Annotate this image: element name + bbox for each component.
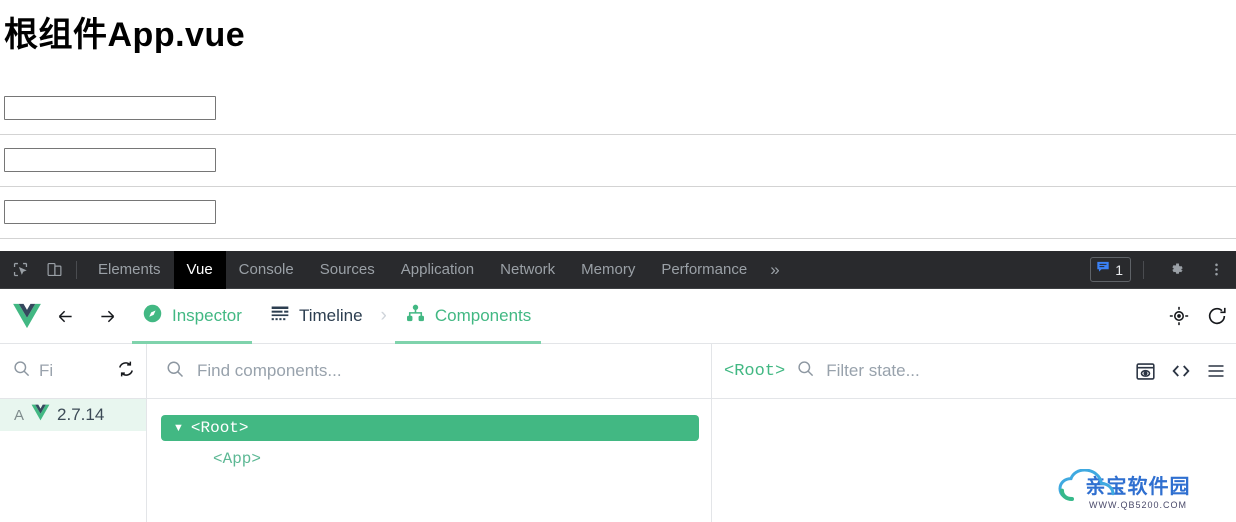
find-components-placeholder: Find components...	[197, 361, 342, 380]
vue-logo-icon	[31, 404, 50, 426]
component-tree-icon	[405, 303, 426, 329]
devtools-body: A 2.7.14 ▼ <Root> <App> 亲宝软件园 WWW.QB5200…	[0, 399, 1236, 522]
devtools-tab-memory[interactable]: Memory	[568, 251, 648, 289]
issues-count: 1	[1115, 261, 1123, 278]
text-input-1[interactable]	[4, 96, 216, 120]
select-component-icon[interactable]	[1160, 297, 1198, 335]
tree-node-app[interactable]: <App>	[213, 447, 711, 471]
web-page-content: 根组件App.vue	[0, 0, 1236, 251]
open-in-editor-icon[interactable]	[1170, 360, 1192, 382]
app-list-sidebar: A 2.7.14	[0, 399, 147, 522]
devtools-tab-application[interactable]: Application	[388, 251, 487, 289]
toolbar-separator	[76, 260, 77, 279]
timeline-icon	[270, 304, 290, 329]
devtools-tab-elements[interactable]: Elements	[85, 251, 174, 289]
nav-back-icon[interactable]	[44, 296, 86, 336]
vue-tab-inspector-label: Inspector	[172, 306, 242, 325]
app-initial-label: A	[14, 406, 25, 424]
vue-tab-components[interactable]: Components	[391, 289, 545, 344]
issues-badge[interactable]: 1	[1090, 257, 1131, 282]
state-actions	[1135, 360, 1236, 382]
divider-2	[0, 186, 1236, 187]
device-toolbar-icon[interactable]	[40, 256, 68, 284]
more-tabs-icon[interactable]: »	[760, 260, 789, 280]
find-components-field[interactable]: Find components...	[147, 344, 712, 398]
vertical-dots-icon[interactable]	[1202, 256, 1230, 284]
divider-1	[0, 134, 1236, 135]
page-title: 根组件App.vue	[4, 16, 246, 54]
vue-version-label: 2.7.14	[57, 405, 105, 424]
devtools-tab-network[interactable]: Network	[487, 251, 568, 289]
watermark: 亲宝软件园 WWW.QB5200.COM	[1058, 468, 1218, 510]
toolbar-separator-2	[1143, 260, 1144, 279]
inspect-dom-icon[interactable]	[1135, 361, 1156, 382]
vue-tab-timeline-label: Timeline	[298, 306, 363, 325]
refresh-icon[interactable]	[1198, 297, 1236, 335]
devtools-tab-vue[interactable]: Vue	[173, 250, 226, 289]
vue-devtools-nav: Inspector Timeline › Components	[0, 289, 1236, 344]
filter-state-placeholder: Filter state...	[826, 361, 920, 380]
app-entry-row[interactable]: A 2.7.14	[0, 399, 146, 431]
cloud-icon	[1054, 468, 1222, 510]
filter-row: Fi Find components... <Root> Filter stat…	[0, 344, 1236, 399]
component-tree-panel: ▼ <Root> <App>	[147, 399, 712, 522]
divider-3	[0, 238, 1236, 239]
issues-speech-bubble-icon	[1096, 260, 1110, 279]
state-filter-bar: <Root> Filter state...	[712, 344, 1236, 398]
devtools-tab-sources[interactable]: Sources	[307, 251, 388, 289]
text-input-3[interactable]	[4, 200, 216, 224]
devtools-toolbar: Elements Vue Console Sources Application…	[0, 250, 1236, 289]
vue-logo	[10, 303, 44, 329]
search-icon	[796, 359, 815, 383]
vue-tab-inspector[interactable]: Inspector	[128, 289, 256, 344]
vue-tab-timeline[interactable]: Timeline	[256, 289, 377, 344]
app-search-placeholder: Fi	[39, 361, 54, 380]
tree-node-root-label: <Root>	[190, 419, 249, 437]
chevron-down-icon[interactable]: ▼	[173, 422, 184, 434]
inspect-element-icon[interactable]	[6, 256, 34, 284]
app-search-field[interactable]: Fi	[0, 344, 147, 398]
search-icon	[12, 359, 31, 383]
state-panel: 亲宝软件园 WWW.QB5200.COM	[712, 399, 1236, 522]
devtools-tab-performance[interactable]: Performance	[648, 251, 760, 289]
compass-icon	[142, 303, 163, 329]
vue-tab-components-label: Components	[434, 306, 532, 325]
menu-icon[interactable]	[1206, 361, 1226, 381]
search-icon	[165, 359, 185, 384]
tree-node-root[interactable]: ▼ <Root>	[161, 415, 699, 441]
tree-node-app-label: <App>	[213, 450, 262, 468]
nav-forward-icon[interactable]	[86, 296, 128, 336]
text-input-2[interactable]	[4, 148, 216, 172]
devtools-tab-console[interactable]: Console	[226, 251, 307, 289]
gear-icon[interactable]	[1162, 256, 1190, 284]
nav-chevron-icon: ›	[380, 305, 387, 326]
selected-component-label: <Root>	[724, 361, 786, 381]
sync-icon[interactable]	[116, 359, 146, 384]
